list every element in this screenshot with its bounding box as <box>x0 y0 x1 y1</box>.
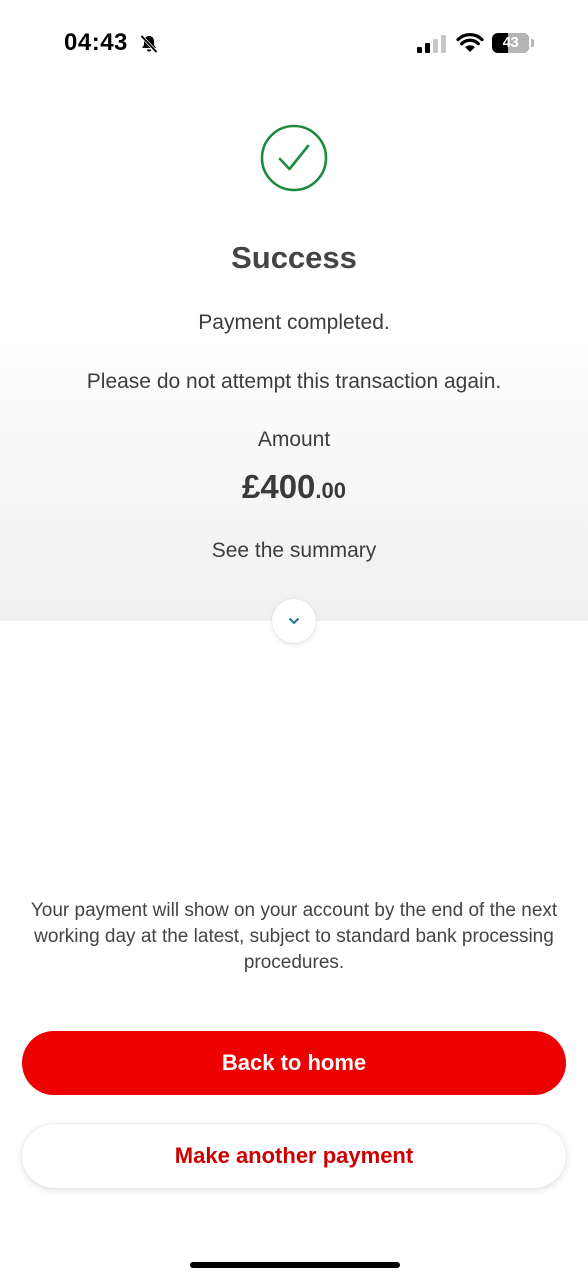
battery-cap <box>531 39 534 47</box>
make-another-payment-button[interactable]: Make another payment <box>22 1124 566 1188</box>
status-bar: 04:43 43 <box>0 0 588 88</box>
wifi-icon <box>456 33 484 52</box>
home-indicator[interactable] <box>190 1262 400 1268</box>
see-summary-link[interactable]: See the summary <box>0 539 588 563</box>
bell-slash-icon <box>140 34 158 54</box>
expand-summary-button[interactable] <box>272 599 316 643</box>
amount-value: £400.00 <box>0 468 588 506</box>
amount-main: £400 <box>241 468 316 505</box>
battery-icon: 43 <box>492 33 529 53</box>
battery-level: 43 <box>502 34 519 51</box>
payment-completed-message: Payment completed. <box>198 311 390 334</box>
status-time: 04:43 <box>64 29 128 56</box>
success-title: Success <box>231 240 357 275</box>
back-to-home-button[interactable]: Back to home <box>22 1031 566 1095</box>
signal-icon <box>417 35 446 53</box>
processing-info-text: Your payment will show on your account b… <box>30 900 558 973</box>
do-not-retry-warning: Please do not attempt this transaction a… <box>86 370 502 393</box>
check-circle-icon <box>260 124 328 192</box>
chevron-down-icon <box>289 618 299 624</box>
amount-decimals: .00 <box>315 478 346 503</box>
amount-label: Amount <box>257 428 331 451</box>
